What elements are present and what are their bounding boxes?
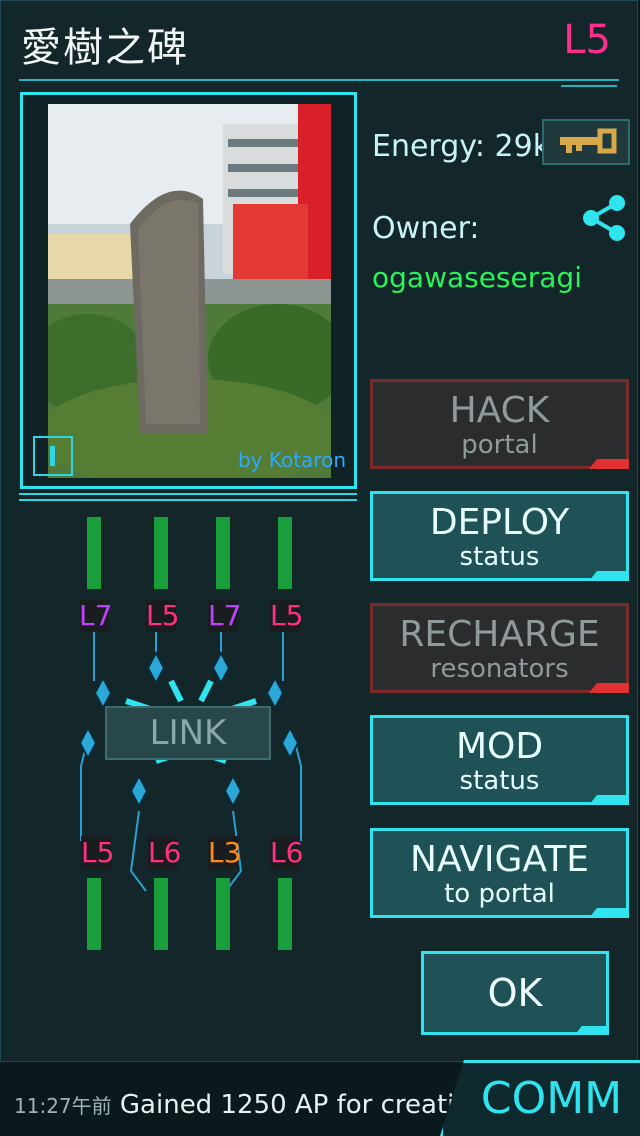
deploy-button-label: DEPLOY (429, 502, 570, 543)
comm-button[interactable]: COMM (440, 1060, 640, 1136)
comm-message[interactable]: 11:27午前 Gained 1250 AP for creating (14, 1090, 487, 1120)
link-button[interactable]: LINK (105, 706, 271, 760)
resonator-bar-top-2 (154, 517, 168, 589)
share-button[interactable] (579, 193, 629, 243)
deploy-button-corner (589, 571, 629, 581)
portal-photo-image (48, 104, 331, 478)
resonator-bar-top-4 (278, 517, 292, 589)
navigate-button[interactable]: NAVIGATE to portal (370, 828, 629, 918)
ok-button[interactable]: OK (421, 951, 609, 1035)
recharge-button-sublabel: resonators (430, 654, 569, 684)
hack-button-sublabel: portal (461, 430, 538, 460)
resonator-bar-bottom-4 (278, 878, 292, 950)
deploy-button[interactable]: DEPLOY status (370, 491, 629, 581)
resonator-level-top-2[interactable]: L5 (146, 599, 179, 632)
hack-button-corner (589, 459, 629, 469)
portal-title: 愛樹之碑 (21, 25, 189, 71)
recharge-button[interactable]: RECHARGE resonators (370, 603, 629, 693)
energy-label: Energy: (372, 129, 485, 164)
mod-button-sublabel: status (459, 766, 540, 796)
mod-button-label: MOD (455, 726, 544, 767)
portal-panel: 愛樹之碑 L5 by Kotaron Energy: 29k Owner: og… (0, 0, 638, 1062)
recharge-button-label: RECHARGE (399, 614, 600, 655)
owner-name[interactable]: ogawaseseragi (372, 261, 582, 294)
recharge-button-corner (589, 683, 629, 693)
ok-button-label: OK (487, 971, 543, 1015)
resonator-level-top-1[interactable]: L7 (79, 599, 112, 632)
deploy-button-sublabel: status (459, 542, 540, 572)
key-button[interactable] (542, 119, 630, 165)
comm-time: 11:27午前 (14, 1094, 112, 1118)
resonator-bar-top-3 (216, 517, 230, 589)
comm-text: Gained 1250 AP for creating (119, 1090, 488, 1120)
portal-level: L5 (563, 17, 611, 63)
resonator-level-top-4[interactable]: L5 (270, 599, 303, 632)
portal-photo (48, 104, 331, 478)
portal-photo-frame[interactable]: by Kotaron (20, 92, 357, 489)
resonator-bar-bottom-2 (154, 878, 168, 950)
owner-label: Owner: (372, 211, 480, 246)
navigate-button-sublabel: to portal (444, 879, 555, 909)
resonator-level-bottom-4[interactable]: L6 (270, 836, 303, 869)
resonator-level-top-3[interactable]: L7 (208, 599, 241, 632)
ok-button-corner (575, 1026, 609, 1035)
title-divider (19, 79, 619, 81)
photo-credit[interactable]: by Kotaron (238, 448, 346, 472)
title-divider-accent (561, 85, 617, 87)
hack-button[interactable]: HACK portal (370, 379, 629, 469)
mod-button-corner (589, 795, 629, 805)
resonator-level-bottom-2[interactable]: L6 (148, 836, 181, 869)
photo-info-icon[interactable] (33, 436, 73, 476)
resonator-bar-bottom-3 (216, 878, 230, 950)
resonator-bar-top-1 (87, 517, 101, 589)
navigate-button-label: NAVIGATE (410, 839, 589, 880)
energy-readout: Energy: 29k (372, 129, 550, 164)
navigate-button-corner (589, 908, 629, 918)
photo-divider (19, 493, 357, 495)
resonator-level-bottom-1[interactable]: L5 (81, 836, 114, 869)
hack-button-label: HACK (449, 390, 550, 431)
resonator-bar-bottom-1 (87, 878, 101, 950)
resonator-level-bottom-3[interactable]: L3 (208, 836, 241, 869)
mod-button[interactable]: MOD status (370, 715, 629, 805)
key-icon (560, 128, 617, 154)
share-icon (583, 195, 625, 241)
